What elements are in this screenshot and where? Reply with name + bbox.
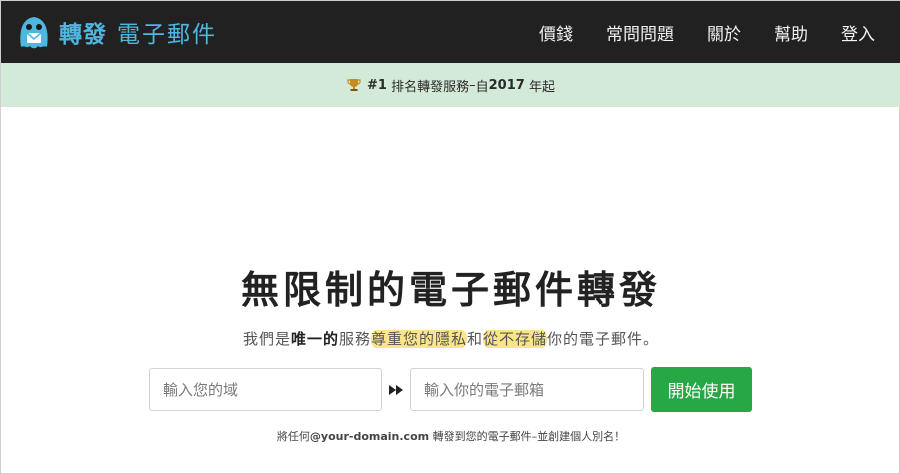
hero-subtitle: 我們是唯一的服務尊重您的隱私和從不存儲你的電子郵件。 <box>1 328 900 350</box>
hero-sub-part1: 我們是 <box>242 330 291 348</box>
banner-rank: #1 <box>367 77 387 93</box>
brand-name-light: 電子郵件 <box>117 22 217 48</box>
hero-sub-highlight-nostore: 從不存儲 <box>483 328 548 350</box>
hero-sub-highlight-privacy: 尊重您的隱私 <box>370 328 467 350</box>
domain-input[interactable] <box>149 368 382 411</box>
nav-help[interactable]: 幫助 <box>774 20 808 45</box>
footnote-suffix: 轉發到您的電子郵件–並創建個人別名！ <box>429 430 626 443</box>
brand-name-bold: 轉發 <box>59 22 107 48</box>
get-started-button[interactable]: 開始使用 <box>651 367 752 412</box>
hero-sub-part2: 服務 <box>338 330 371 348</box>
banner-year: 2017 <box>488 77 525 93</box>
nav-about[interactable]: 關於 <box>707 20 741 45</box>
announcement-banner: #1 排名轉發服務 – 自 2017 年起 <box>1 63 900 107</box>
banner-text: 排名轉發服務 <box>391 79 470 95</box>
mascot-icon <box>20 17 48 49</box>
trophy-icon <box>347 78 361 92</box>
email-input[interactable] <box>410 368 644 411</box>
banner-since-suffix: 年起 <box>528 79 555 95</box>
brand-logo[interactable]: 轉發 電子郵件 <box>17 1 217 63</box>
nav-pricing[interactable]: 價錢 <box>539 20 573 45</box>
footnote-domain: @your-domain.com <box>309 430 430 443</box>
hero-sub-part3: 和 <box>467 330 484 348</box>
banner-since: 自 <box>475 79 489 95</box>
footnote: 將任何@your-domain.com 轉發到您的電子郵件–並創建個人別名！ <box>1 428 900 444</box>
hero-sub-bold: 唯一的 <box>290 330 339 348</box>
nav-links: 價錢 常問問題 關於 幫助 登入 <box>506 20 875 45</box>
hero-title: 無限制的電子郵件轉發 <box>240 268 661 312</box>
nav-login[interactable]: 登入 <box>841 20 875 45</box>
hero-sub-part4: 你的電子郵件。 <box>547 330 660 348</box>
fast-forward-icon <box>382 384 410 396</box>
nav-faq[interactable]: 常問問題 <box>606 20 674 45</box>
signup-form: 開始使用 <box>149 367 752 412</box>
footnote-prefix: 將任何 <box>276 430 310 443</box>
navbar: 轉發 電子郵件 價錢 常問問題 關於 幫助 登入 <box>1 1 900 63</box>
